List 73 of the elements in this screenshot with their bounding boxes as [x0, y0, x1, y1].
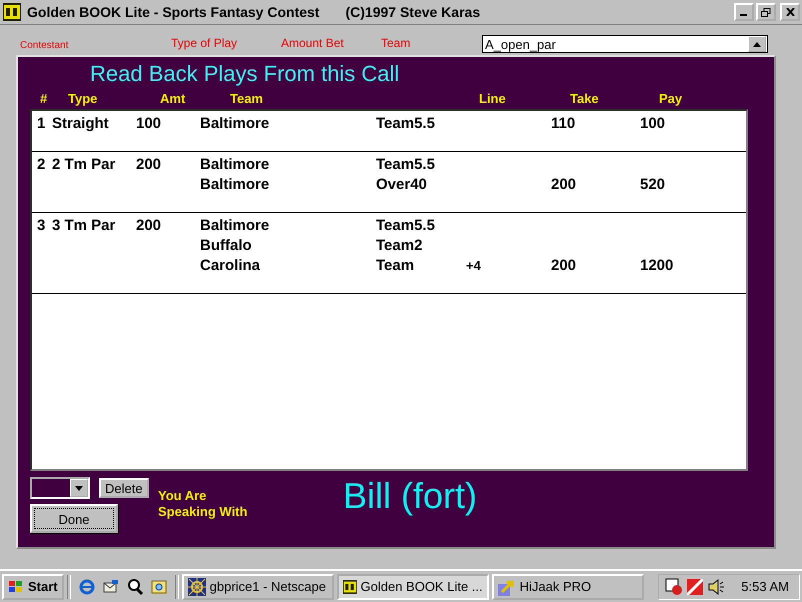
team-name: Baltimore [200, 114, 270, 132]
line-value: +4 [466, 258, 481, 272]
start-button[interactable]: Start [2, 574, 64, 600]
scroll-up-button[interactable] [748, 36, 766, 52]
play-amount: 200 [136, 216, 162, 234]
play-amount: 100 [136, 114, 162, 132]
pay-value: 100 [640, 114, 666, 132]
close-button[interactable] [780, 3, 800, 21]
pay-value: 1200 [640, 256, 674, 274]
bet-type: Team5.5 [376, 216, 435, 234]
team-name: Carolina [200, 256, 260, 274]
column-header: Line [479, 91, 506, 106]
windows-logo-icon [8, 580, 24, 594]
flag-icon[interactable] [687, 578, 704, 594]
column-header: Team [230, 91, 263, 106]
arrow-icon [498, 578, 516, 596]
team-name: Buffalo [200, 236, 252, 254]
field-label: Team [381, 36, 410, 50]
column-header: Take [570, 91, 599, 106]
ship-wheel-icon [188, 578, 206, 596]
take-value: 200 [551, 176, 576, 192]
window-title: Golden BOOK Lite - Sports Fantasy Contest [27, 4, 320, 20]
copyright-text: (C)1997 Steve Karas [345, 4, 480, 20]
scheduler-icon[interactable] [665, 578, 684, 596]
column-header: # [40, 91, 48, 106]
bet-type: Team2 [376, 236, 422, 254]
field-label: Contestant [20, 40, 68, 51]
bet-type: Team5.5 [376, 156, 435, 172]
caller-name: Bill (fort) [343, 475, 477, 517]
speaking-with-label: You Are Speaking With [158, 488, 248, 520]
team-name: Baltimore [200, 156, 270, 172]
field-label: Type of Play [171, 36, 238, 50]
play-number: 2 [37, 156, 46, 172]
pay-value: 520 [640, 176, 666, 192]
bet-type: Team [376, 256, 414, 274]
gb-logo-icon [3, 3, 21, 21]
taskbar-button[interactable]: gbprice1 - Netscape [182, 574, 334, 600]
take-value: 200 [551, 256, 576, 274]
play-number: 3 [37, 216, 46, 234]
restore-button[interactable] [756, 3, 776, 21]
contest-combo[interactable]: A_open_par [482, 35, 768, 53]
field-label: Amount Bet [281, 36, 344, 50]
browser-icon[interactable] [78, 578, 96, 596]
gb-logo-icon [342, 578, 356, 596]
restore-icon [761, 8, 771, 16]
team-name: Baltimore [200, 216, 270, 234]
mail-icon[interactable] [102, 578, 120, 596]
taskbar-button[interactable]: HiJaak PRO [492, 574, 644, 600]
column-header: Type [68, 91, 98, 106]
take-value: 110 [551, 114, 576, 132]
play-amount: 200 [136, 156, 162, 172]
play-number: 1 [37, 114, 46, 132]
dropdown-button[interactable] [70, 479, 88, 497]
search-icon[interactable] [126, 578, 144, 596]
column-header: Pay [659, 91, 682, 106]
team-name: Baltimore [200, 176, 270, 192]
bet-type: Team5.5 [376, 114, 435, 132]
close-icon [786, 8, 794, 16]
dialog-title: Read Back Plays From this Call [90, 61, 400, 88]
up-arrow-icon [753, 42, 761, 46]
delete-button[interactable]: Delete [99, 478, 149, 498]
column-header: Amt [160, 91, 186, 106]
clock: 5:53 AM [741, 579, 789, 594]
play-type: 3 Tm Par [52, 216, 116, 234]
play-type: 2 Tm Par [52, 156, 116, 172]
bet-type: Over40 [376, 176, 427, 192]
play-type: Straight [52, 114, 109, 132]
small-combo[interactable] [30, 477, 90, 499]
down-arrow-icon [75, 486, 83, 490]
speaker-icon[interactable] [707, 578, 726, 596]
minimize-button[interactable] [734, 3, 754, 21]
taskbar-button[interactable]: Golden BOOK Lite ... [336, 574, 489, 600]
done-button[interactable]: Done [30, 504, 118, 533]
